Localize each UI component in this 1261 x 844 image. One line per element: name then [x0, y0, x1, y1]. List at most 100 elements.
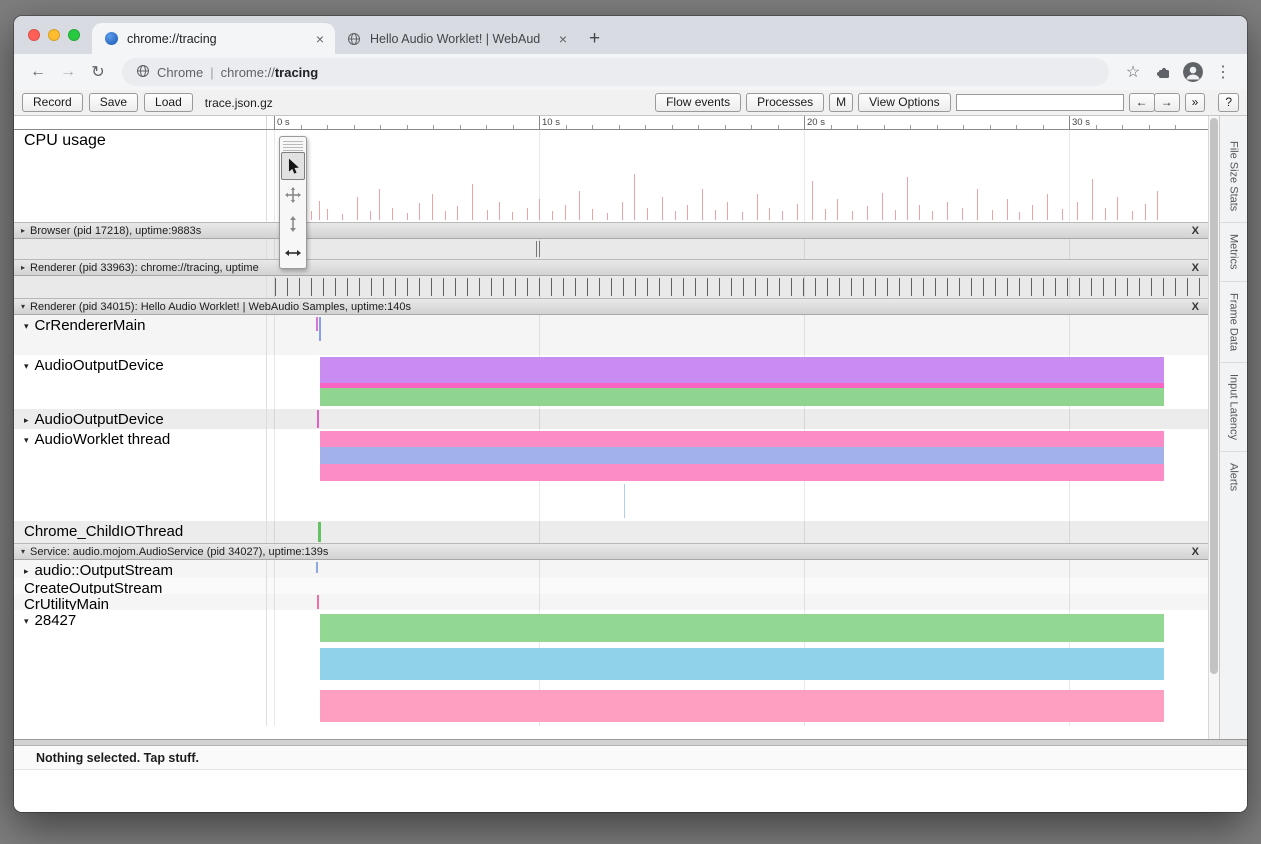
close-track-button[interactable]: X	[1192, 225, 1199, 237]
thread-label[interactable]: 28427	[35, 612, 77, 629]
tab-tracing[interactable]: chrome://tracing ×	[92, 23, 335, 54]
collapse-arrow-icon[interactable]: ▸	[21, 226, 25, 235]
close-track-button[interactable]: X	[1192, 301, 1199, 313]
pan-tool-button[interactable]	[281, 181, 305, 209]
processes-button[interactable]: Processes	[746, 93, 824, 112]
record-button[interactable]: Record	[22, 93, 83, 112]
collapse-arrow-icon[interactable]: ▾	[21, 302, 25, 311]
thread-outputstream-track[interactable]	[267, 560, 1208, 578]
process-renderer-tracing[interactable]: ▸Renderer (pid 33963): chrome://tracing,…	[14, 259, 1208, 276]
thread-crrenderermain-track[interactable]	[267, 315, 1208, 355]
save-button[interactable]: Save	[89, 93, 138, 112]
collapse-arrow-icon[interactable]: ▾	[24, 361, 29, 372]
thread-label-cell: CrUtilityMain	[14, 594, 267, 610]
ruler-minor-tick	[831, 125, 832, 129]
close-track-button[interactable]: X	[1192, 262, 1199, 274]
renderer-tracing-summary-track[interactable]	[267, 276, 1208, 298]
analysis-status: Nothing selected. Tap stuff.	[14, 746, 1247, 770]
tab-audio-worklet[interactable]: Hello Audio Worklet! | WebAud ×	[335, 23, 578, 54]
cpu-spike	[715, 210, 716, 220]
collapse-arrow-icon[interactable]: ▸	[24, 566, 29, 577]
collapse-arrow-icon[interactable]: ▸	[21, 263, 25, 272]
find-input[interactable]	[956, 94, 1124, 111]
collapse-arrow-icon[interactable]: ▸	[24, 415, 29, 426]
thread-label[interactable]: CrRendererMain	[35, 317, 146, 334]
view-options-button[interactable]: View Options	[858, 93, 950, 112]
bookmark-star-icon[interactable]: ☆	[1119, 58, 1147, 86]
find-next-button[interactable]: →	[1154, 93, 1180, 112]
menu-icon[interactable]: ⋮	[1209, 58, 1237, 86]
side-tab-metrics[interactable]: Metrics	[1220, 223, 1247, 281]
reload-icon[interactable]: ↻	[84, 58, 112, 86]
load-button[interactable]: Load	[144, 93, 193, 112]
trace-slice[interactable]	[320, 648, 1164, 680]
trace-slice[interactable]	[320, 357, 1164, 383]
palette-drag-handle[interactable]	[283, 139, 303, 151]
thread-audiooutputdevice-1-track[interactable]	[267, 355, 1208, 409]
tab-close-icon[interactable]: ×	[556, 31, 570, 47]
trace-slice[interactable]	[320, 431, 1164, 447]
find-previous-button[interactable]: ←	[1129, 93, 1155, 112]
collapse-arrow-icon[interactable]: ▾	[24, 321, 29, 332]
close-track-button[interactable]: X	[1192, 546, 1199, 558]
zoom-window-button[interactable]	[68, 29, 80, 41]
timing-tool-button[interactable]	[281, 239, 305, 267]
trace-event	[515, 278, 516, 296]
side-tab-input-latency[interactable]: Input Latency	[1220, 363, 1247, 452]
thread-label[interactable]: AudioOutputDevice	[35, 357, 164, 374]
trace-slice[interactable]	[320, 614, 1164, 642]
help-button[interactable]: ?	[1218, 93, 1239, 112]
side-tab-file-size-stats[interactable]: File Size Stats	[1220, 130, 1247, 223]
trace-event	[959, 278, 960, 296]
cpu-spike	[1132, 211, 1133, 220]
forward-icon[interactable]: →	[54, 58, 82, 86]
thread-28427-track[interactable]	[267, 610, 1208, 726]
selection-tool-button[interactable]	[281, 152, 305, 180]
close-window-button[interactable]	[28, 29, 40, 41]
thread-audiooutputdevice-2-track[interactable]	[267, 409, 1208, 429]
thread-crutilitymain-track[interactable]	[267, 594, 1208, 610]
new-tab-button[interactable]: +	[578, 23, 611, 54]
zoom-tool-button[interactable]	[281, 210, 305, 238]
thread-label-cell: ▸ audio::OutputStream	[14, 560, 267, 578]
avatar-icon[interactable]	[1183, 62, 1203, 82]
scrollbar-thumb[interactable]	[1210, 118, 1218, 674]
flow-events-button[interactable]: Flow events	[655, 93, 741, 112]
cpu-spike	[565, 205, 566, 220]
toolbar-right-group: Flow events Processes M View Options ← →…	[655, 93, 1239, 112]
tab-close-icon[interactable]: ×	[313, 31, 327, 47]
collapse-arrow-icon[interactable]: ▾	[24, 616, 29, 627]
side-tab-alerts[interactable]: Alerts	[1220, 452, 1247, 502]
thread-label[interactable]: AudioWorklet thread	[35, 431, 171, 448]
collapse-arrow-icon[interactable]: ▾	[21, 547, 25, 556]
ruler-minor-tick	[1096, 125, 1097, 129]
vertical-double-arrow-icon	[286, 216, 300, 232]
extensions-icon[interactable]	[1149, 58, 1177, 86]
analysis-splitter[interactable]	[14, 739, 1247, 746]
more-button[interactable]: »	[1185, 93, 1206, 112]
trace-slice[interactable]	[320, 464, 1164, 481]
thread-childio-track[interactable]	[267, 521, 1208, 543]
thread-label[interactable]: audio::OutputStream	[35, 562, 173, 578]
collapse-arrow-icon[interactable]: ▾	[24, 435, 29, 446]
process-renderer-audio[interactable]: ▾Renderer (pid 34015): Hello Audio Workl…	[14, 298, 1208, 315]
minimize-window-button[interactable]	[48, 29, 60, 41]
back-icon[interactable]: ←	[24, 58, 52, 86]
address-bar[interactable]: Chrome | chrome://tracing	[122, 58, 1109, 86]
process-title: Browser (pid 17218), uptime:9883s	[30, 225, 201, 237]
browser-summary-track[interactable]	[267, 239, 1208, 259]
metrics-button[interactable]: M	[829, 93, 853, 112]
vertical-scrollbar[interactable]	[1208, 116, 1219, 739]
thread-createoutputstream-track[interactable]	[267, 578, 1208, 594]
thread-audioworklet-track[interactable]	[267, 429, 1208, 521]
timeline[interactable]: 0 s10 s20 s30 s CPU usage▸Browser (pid 1…	[14, 116, 1208, 739]
side-tab-frame-data[interactable]: Frame Data	[1220, 282, 1247, 363]
trace-event	[316, 562, 318, 573]
trace-slice[interactable]	[320, 447, 1164, 464]
process-audio-service[interactable]: ▾Service: audio.mojom.AudioService (pid …	[14, 543, 1208, 560]
cpu-usage-track[interactable]	[267, 130, 1208, 222]
trace-slice[interactable]	[320, 388, 1164, 406]
process-browser[interactable]: ▸ Browser (pid 17218), uptime:9883s X	[14, 222, 1208, 239]
thread-label[interactable]: AudioOutputDevice	[35, 411, 164, 428]
trace-slice[interactable]	[320, 690, 1164, 722]
